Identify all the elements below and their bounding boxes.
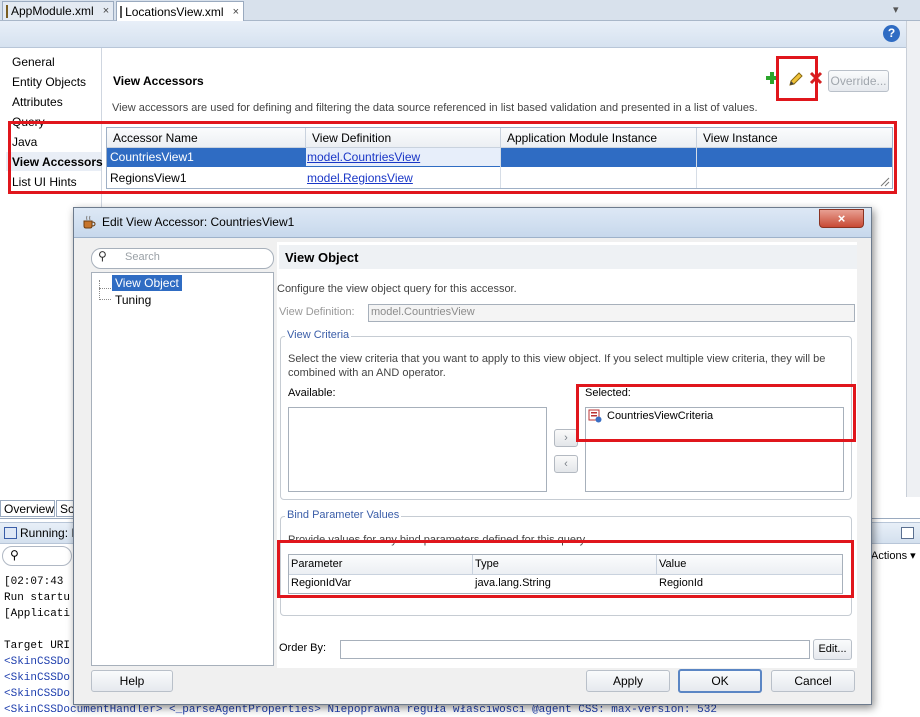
view-definition-field: model.CountriesView (368, 304, 855, 322)
minimize-icon[interactable] (901, 527, 914, 539)
log-line: Target URI (4, 640, 71, 652)
view-definition-label: View Definition: (279, 306, 355, 318)
criteria-description: combined with an AND operator. (288, 367, 446, 379)
xml-file-icon (6, 4, 8, 18)
editor-tab-label: AppModule.xml (11, 4, 94, 18)
cancel-button[interactable]: Cancel (771, 670, 855, 692)
log-line: <SkinCSSDo (4, 656, 71, 668)
binoculars-icon: ⚲ (98, 249, 107, 263)
panel-description: Configure the view object query for this… (277, 283, 517, 295)
dialog-close-button[interactable]: × (819, 209, 864, 228)
editor-tab-label: LocationsView.xml (125, 4, 224, 19)
editor-tab-locationsview[interactable]: LocationsView.xml × (116, 1, 244, 21)
ok-button[interactable]: OK (678, 669, 762, 693)
nav-item-general[interactable]: General (12, 55, 55, 69)
help-button[interactable]: Help (91, 670, 173, 692)
available-label: Available: (288, 387, 336, 399)
xml-file-icon (120, 5, 123, 18)
help-icon[interactable]: ? (883, 25, 900, 42)
criteria-description: Select the view criteria that you want t… (288, 353, 826, 365)
tree-item-tuning[interactable]: Tuning (115, 293, 151, 307)
console-icon (4, 527, 17, 539)
move-left-button[interactable]: ‹ (554, 455, 578, 473)
order-by-label: Order By: (279, 642, 327, 654)
log-line: <SkinCSSDocumentHandler> <_parseAgentPro… (4, 704, 717, 716)
bind-parameters-group-label: Bind Parameter Values (285, 509, 402, 521)
edit-button-highlight (776, 56, 818, 101)
log-line: Run startu (4, 592, 71, 604)
apply-button[interactable]: Apply (586, 670, 670, 692)
edit-view-accessor-dialog: Edit View Accessor: CountriesView1 × ⚲ S… (73, 207, 872, 705)
section-description: View accessors are used for defining and… (112, 102, 758, 114)
search-input[interactable] (91, 248, 274, 269)
tree-item-view-object[interactable]: View Object (112, 275, 182, 291)
actions-menu[interactable]: Actions ▾ (871, 549, 916, 562)
tree-connector (99, 288, 111, 290)
log-line: <SkinCSSDo (4, 688, 71, 700)
bind-parameters-highlight (277, 540, 854, 598)
close-icon[interactable]: × (233, 6, 239, 18)
nav-item-attributes[interactable]: Attributes (12, 95, 63, 109)
log-line: <SkinCSSDo (4, 672, 71, 684)
view-criteria-group-label: View Criteria (285, 329, 352, 341)
tab-list-chevron-icon[interactable]: ▾ (893, 3, 899, 16)
coffee-cup-icon (82, 215, 96, 229)
editor-scrollbar[interactable] (906, 21, 920, 497)
panel-title: View Object (285, 250, 359, 265)
editor-header-band (0, 21, 906, 48)
nav-item-entity-objects[interactable]: Entity Objects (12, 75, 86, 89)
available-list[interactable] (288, 407, 547, 492)
edit-order-button[interactable]: Edit... (813, 639, 852, 660)
log-line: [02:07:43 (4, 576, 64, 588)
tab-overview[interactable]: Overview (0, 500, 55, 517)
move-right-button[interactable]: › (554, 429, 578, 447)
navigation-tree (91, 272, 274, 666)
editor-tab-appmodule[interactable]: AppModule.xml × (2, 1, 114, 20)
log-line: [Applicati (4, 608, 71, 620)
panel-header-band (279, 245, 857, 269)
selected-criteria-highlight (576, 384, 856, 442)
tree-connector (99, 280, 101, 300)
binoculars-icon: ⚲ (10, 548, 19, 562)
section-title: View Accessors (113, 74, 204, 88)
running-label: Running: I (20, 526, 75, 540)
override-button[interactable]: Override... (828, 70, 889, 92)
search-placeholder: Search (125, 251, 160, 263)
order-by-field[interactable] (340, 640, 810, 659)
close-icon[interactable]: × (103, 5, 109, 17)
dialog-title: Edit View Accessor: CountriesView1 (102, 215, 295, 229)
tree-connector (99, 299, 111, 301)
accessors-highlight (8, 121, 897, 194)
